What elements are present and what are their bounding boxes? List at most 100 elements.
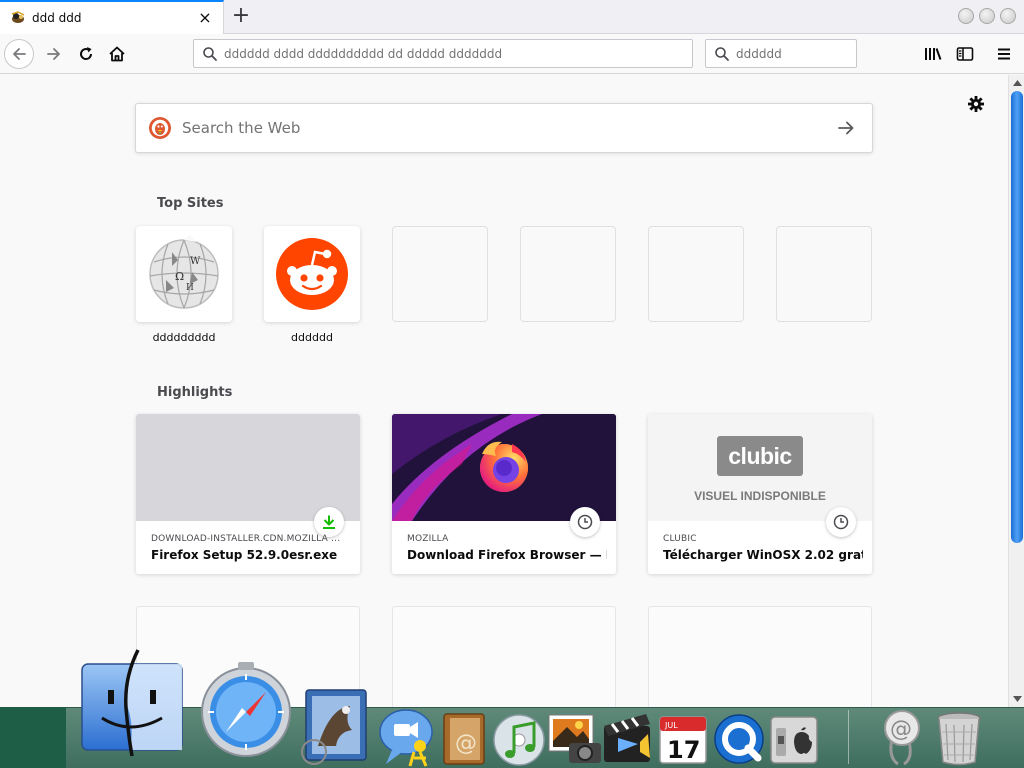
back-button[interactable] [4,39,34,69]
scroll-down-arrow-icon[interactable] [1009,691,1024,707]
highlight-card[interactable]: clubic VISUEL INDISPONIBLE CLUBIC Téléch… [648,414,872,574]
highlight-title: Firefox Setup 52.9.0esr.exe [151,548,338,562]
iphoto-icon[interactable] [547,713,603,768]
svg-text:W: W [190,256,201,267]
duckduckgo-icon [149,117,171,139]
url-bar[interactable]: dddddd dddd dddddddddd dd ddddd ddddddd [193,39,693,68]
scrollbar-thumb[interactable] [1011,91,1023,543]
imovie-icon[interactable] [600,712,654,768]
new-tab-button[interactable]: + [228,4,254,30]
safari-icon[interactable] [198,660,294,764]
new-tab-page: Search the Web Top Sites Ω W И ddddddddd [0,75,1008,707]
url-bar-placeholder: dddddd dddd dddddddddd dd ddddd ddddddd [224,46,503,61]
trash-icon[interactable] [934,710,984,768]
clubic-logo: clubic [717,436,803,476]
home-button[interactable] [101,38,133,70]
reload-button[interactable] [70,38,102,70]
tab-title: ddd ddd [32,11,82,25]
wikipedia-globe-icon: Ω W И [149,234,219,309]
desktop-edge [0,707,66,768]
highlight-placeholder [648,606,872,707]
ichat-icon[interactable] [378,706,436,768]
tab-strip: ddd ddd × + [0,0,1024,34]
download-icon [323,515,335,529]
search-bar[interactable]: dddddd [705,39,857,68]
customize-button[interactable] [966,94,986,114]
web-search-box[interactable]: Search the Web [135,103,873,153]
highlight-card[interactable]: DOWNLOAD-INSTALLER.CDN.MOZILLA ... Firef… [136,414,360,574]
clock-icon [833,514,849,530]
vertical-scrollbar[interactable] [1008,75,1024,707]
clock-icon [577,514,593,530]
thumbnail-caption: VISUEL INDISPONIBLE [694,489,826,503]
system-preferences-icon[interactable] [768,714,820,768]
top-site-tile[interactable]: Ω W И [136,226,232,322]
top-site-empty [392,226,488,322]
highlight-badge [826,507,856,537]
library-button[interactable] [917,38,949,70]
dock-separator [848,710,849,764]
reddit-icon [276,238,348,310]
itunes-icon[interactable] [492,713,546,768]
top-site-placeholder [776,226,872,322]
highlight-thumbnail [136,414,360,521]
tab-active[interactable]: ddd ddd × [0,0,224,34]
svg-text:И: И [186,283,194,293]
mail-icon[interactable] [300,686,372,768]
highlight-title: Télécharger WinOSX 2.02 gratui... [663,548,863,562]
reload-icon [80,47,93,60]
svg-text:@: @ [455,731,477,756]
highlight-title: Download Firefox Browser — Fa... [407,548,607,562]
top-site-placeholder [392,226,488,322]
top-site-tile[interactable] [264,226,360,322]
firefox-thumbnail [392,414,616,521]
sidebar-icon [956,47,974,61]
top-site-label: ddddddddd [152,331,216,344]
forward-arrow-icon [47,48,60,60]
close-window-button[interactable] [1000,8,1016,24]
home-icon [109,46,125,62]
address-book-icon[interactable]: @ [440,712,488,768]
ical-day: 17 [667,736,700,764]
top-site-placeholder [648,226,744,322]
highlights-heading: Highlights [157,385,233,400]
mail-at-icon[interactable]: @ [878,708,926,768]
highlight-source: CLUBIC [663,534,697,544]
sidebar-button[interactable] [949,38,981,70]
forward-button[interactable] [38,38,70,70]
highlight-thumbnail: clubic VISUEL INDISPONIBLE [648,414,872,521]
search-icon [203,46,217,61]
zoom-button[interactable] [979,8,995,24]
top-site-reddit[interactable]: dddddd [264,226,360,344]
top-site-empty [520,226,616,322]
top-site-placeholder [520,226,616,322]
tab-close-icon[interactable]: × [197,10,213,26]
top-site-label: dddddd [291,331,333,344]
gear-icon [968,96,984,112]
top-site-wikipedia[interactable]: Ω W И ddddddddd [136,226,232,344]
arrow-right-icon[interactable] [836,118,856,138]
svg-text:@: @ [890,717,912,742]
back-arrow-icon [13,48,26,60]
search-bar-placeholder: dddddd [736,46,782,61]
search-icon [715,46,729,61]
menu-button[interactable] [988,38,1020,70]
highlight-badge [314,507,344,537]
scroll-up-arrow-icon[interactable] [1009,75,1024,91]
navigation-toolbar: dddddd dddd dddddddddd dd ddddd ddddddd … [0,34,1024,74]
ical-icon[interactable]: JUL 17 [657,714,709,768]
top-site-empty [776,226,872,322]
web-search-placeholder: Search the Web [182,119,301,137]
ical-month: JUL [664,721,678,730]
minimize-button[interactable] [958,8,974,24]
finder-icon[interactable] [80,648,184,762]
library-icon [925,48,942,60]
top-site-empty [648,226,744,322]
highlight-thumbnail [392,414,616,521]
highlight-source: MOZILLA [407,534,449,544]
highlight-source: DOWNLOAD-INSTALLER.CDN.MOZILLA ... [151,534,341,544]
clubic-logo-text: clubic [728,442,792,469]
highlight-placeholder [392,606,616,707]
quicktime-icon[interactable] [712,712,766,768]
highlight-card[interactable]: MOZILLA Download Firefox Browser — Fa... [392,414,616,574]
